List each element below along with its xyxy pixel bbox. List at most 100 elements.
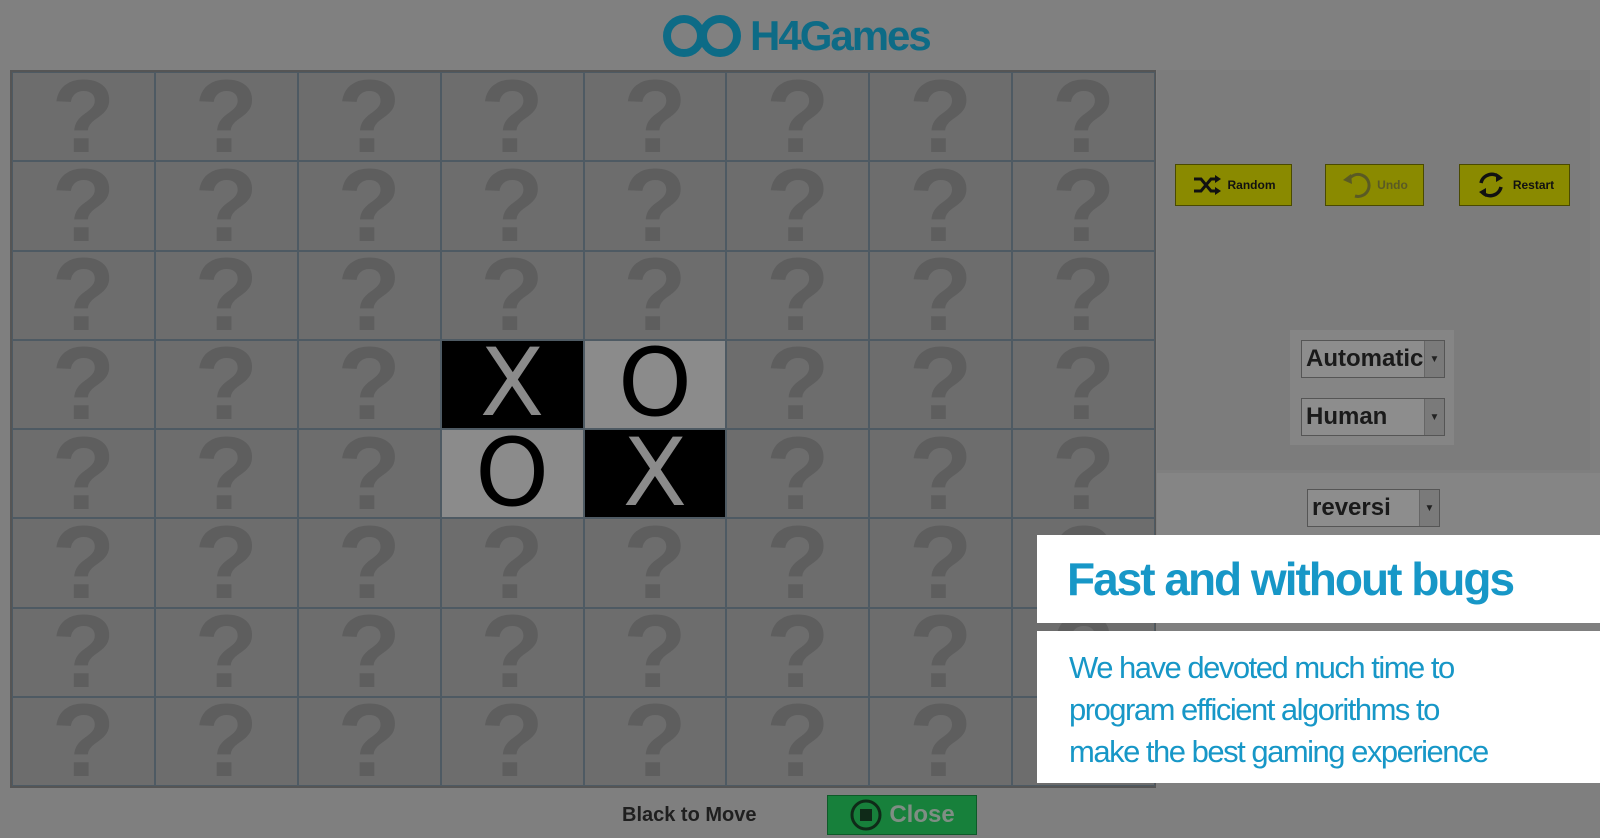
undo-button[interactable]: Undo (1325, 164, 1424, 206)
board-cell[interactable]: ? (726, 696, 870, 786)
board-cell[interactable]: ? (12, 696, 155, 786)
board-cell[interactable]: O (440, 429, 584, 519)
board-cell[interactable]: ? (440, 518, 584, 608)
chevron-down-icon: ▼ (1424, 399, 1444, 435)
board-cell[interactable]: ? (583, 607, 727, 697)
unknown-piece: ? (908, 72, 973, 162)
board-cell[interactable]: ? (154, 250, 298, 340)
board-cell[interactable]: ? (440, 696, 584, 786)
board-cell[interactable]: ? (1012, 429, 1155, 519)
undo-icon (1341, 171, 1371, 199)
board-cell[interactable]: ? (1012, 72, 1155, 162)
promo-title: Fast and without bugs (1067, 553, 1515, 605)
board-cell[interactable]: ? (154, 429, 298, 519)
unknown-piece: ? (337, 72, 401, 162)
random-button[interactable]: Random (1175, 164, 1292, 206)
board-cell[interactable]: ? (869, 429, 1013, 519)
board-cell[interactable]: ? (726, 429, 870, 519)
board-cell[interactable]: ? (297, 518, 441, 608)
board-cell[interactable]: O (583, 339, 727, 429)
unknown-piece: ? (623, 696, 687, 786)
board-cell[interactable]: ? (12, 429, 155, 519)
board-cell[interactable]: ? (154, 518, 298, 608)
board-cell[interactable]: ? (12, 161, 155, 251)
board-cell[interactable]: ? (583, 518, 727, 608)
board-cell[interactable]: ? (1012, 250, 1155, 340)
board-cell[interactable]: ? (869, 518, 1013, 608)
board-cell[interactable]: ? (869, 696, 1013, 786)
board-cell[interactable]: ? (154, 339, 298, 429)
unknown-piece: ? (623, 250, 687, 340)
board-cell[interactable]: ? (297, 339, 441, 429)
board-cell[interactable]: ? (869, 250, 1013, 340)
unknown-piece: ? (623, 161, 687, 251)
logo-text: H4Games (750, 12, 932, 59)
unknown-piece: ? (480, 72, 544, 162)
board-cell[interactable]: ? (1012, 339, 1155, 429)
chevron-down-icon: ▼ (1424, 341, 1444, 377)
o-piece: O (617, 339, 692, 429)
promo-line: program efficient algorithms to (1069, 692, 1440, 727)
unknown-piece: ? (194, 429, 259, 519)
x-piece: X (479, 339, 545, 429)
board-cell[interactable]: ? (726, 161, 870, 251)
board-cell[interactable]: ? (297, 429, 441, 519)
restart-button[interactable]: Restart (1459, 164, 1570, 206)
board-cell[interactable]: ? (726, 72, 870, 162)
unknown-piece: ? (51, 429, 116, 519)
unknown-piece: ? (1051, 250, 1116, 340)
board-cell[interactable]: ? (583, 250, 727, 340)
board-cell[interactable]: ? (297, 696, 441, 786)
board-cell[interactable]: ? (726, 518, 870, 608)
unknown-piece: ? (51, 72, 116, 162)
unknown-piece: ? (766, 429, 830, 519)
unknown-piece: ? (337, 161, 401, 251)
board-cell[interactable]: ? (440, 161, 584, 251)
player-select[interactable]: Human ▼ (1301, 398, 1445, 436)
board-cell[interactable]: ? (726, 607, 870, 697)
board-cell[interactable]: ? (12, 339, 155, 429)
mode-select[interactable]: Automatic ▼ (1301, 340, 1445, 378)
board-cell[interactable]: ? (583, 696, 727, 786)
board-cell[interactable]: ? (440, 72, 584, 162)
board-cell[interactable]: ? (440, 607, 584, 697)
turn-status: Black to Move (622, 804, 757, 826)
board-cell[interactable]: ? (154, 72, 298, 162)
game-select[interactable]: reversi ▼ (1307, 489, 1440, 527)
board-cell[interactable]: ? (869, 161, 1013, 251)
stop-icon (849, 798, 883, 832)
board-cell[interactable]: ? (297, 161, 441, 251)
board-cell[interactable]: X (583, 429, 727, 519)
board-cell[interactable]: ? (12, 518, 155, 608)
board-cell[interactable]: ? (869, 607, 1013, 697)
board-cell[interactable]: ? (12, 250, 155, 340)
unknown-piece: ? (623, 607, 687, 697)
x-piece: X (622, 429, 688, 519)
logo[interactable]: H4Games (662, 12, 932, 60)
board-cell[interactable]: ? (869, 72, 1013, 162)
board-cell[interactable]: ? (869, 339, 1013, 429)
board-cell[interactable]: ? (583, 161, 727, 251)
close-button[interactable]: Close (827, 795, 977, 835)
unknown-piece: ? (194, 339, 259, 429)
unknown-piece: ? (766, 161, 830, 251)
board-cell[interactable]: X (440, 339, 584, 429)
restart-icon (1475, 169, 1507, 201)
board-cell[interactable]: ? (583, 72, 727, 162)
board-cell[interactable]: ? (12, 72, 155, 162)
board-cell[interactable]: ? (297, 72, 441, 162)
board-cell[interactable]: ? (154, 696, 298, 786)
board-cell[interactable]: ? (440, 250, 584, 340)
unknown-piece: ? (908, 161, 973, 251)
unknown-piece: ? (766, 72, 830, 162)
board-cell[interactable]: ? (1012, 161, 1155, 251)
board-cell[interactable]: ? (154, 607, 298, 697)
board-cell[interactable]: ? (154, 161, 298, 251)
board-cell[interactable]: ? (297, 250, 441, 340)
board-cell[interactable]: ? (726, 250, 870, 340)
unknown-piece: ? (51, 696, 116, 786)
board-cell[interactable]: ? (12, 607, 155, 697)
promo-line: We have devoted much time to (1069, 650, 1455, 685)
board-cell[interactable]: ? (297, 607, 441, 697)
board-cell[interactable]: ? (726, 339, 870, 429)
